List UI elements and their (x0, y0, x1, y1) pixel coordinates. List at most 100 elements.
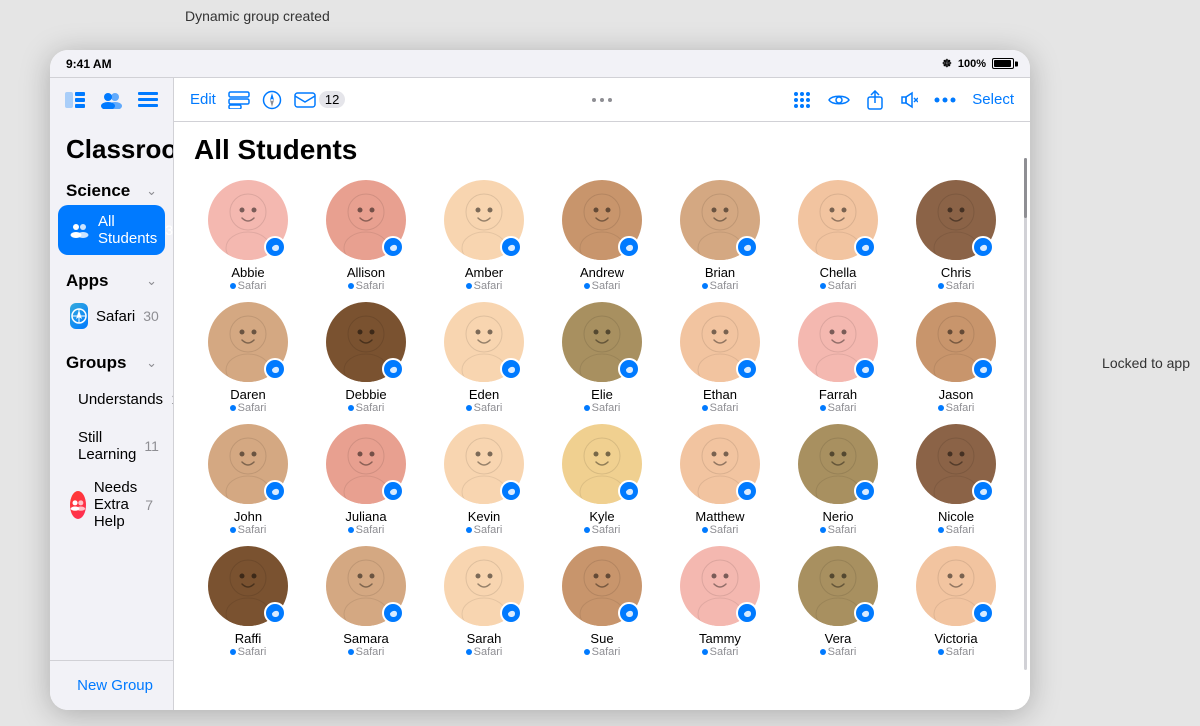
student-app: Safari (466, 524, 503, 536)
student-avatar-wrap (680, 424, 760, 504)
needs-help-label: Needs Extra Help (94, 479, 137, 530)
toolbar-left: Edit (190, 90, 345, 110)
more-icon[interactable] (934, 97, 956, 103)
app-badge (972, 236, 994, 258)
student-app: Safari (702, 646, 739, 658)
app-dot-icon (230, 405, 236, 411)
student-avatar-wrap (326, 302, 406, 382)
student-card[interactable]: Eden Safari (430, 302, 538, 414)
edit-button[interactable]: Edit (190, 91, 216, 108)
student-name: Victoria (934, 631, 977, 646)
students-row: Daren Safari (194, 302, 1010, 414)
sidebar-title: Classroom (50, 122, 173, 173)
students-row: John Safari (194, 424, 1010, 536)
groups-section-header[interactable]: Groups ⌄ (50, 345, 173, 377)
student-card[interactable]: Nerio Safari (784, 424, 892, 536)
student-card[interactable]: Ethan Safari (666, 302, 774, 414)
student-card[interactable]: Sarah Safari (430, 546, 538, 658)
student-avatar-wrap (444, 424, 524, 504)
sidebar-item-still-learning[interactable]: Still Learning 11 (58, 421, 165, 471)
app-badge (618, 236, 640, 258)
student-card[interactable]: Jason Safari (902, 302, 1010, 414)
new-group-button[interactable]: New Group (77, 677, 153, 694)
student-card[interactable]: Brian Safari (666, 180, 774, 292)
student-avatar-wrap (562, 302, 642, 382)
app-badge (382, 480, 404, 502)
app-dot-icon (584, 283, 590, 289)
student-avatar-wrap (916, 180, 996, 260)
student-card[interactable]: Vera Safari (784, 546, 892, 658)
student-card[interactable]: Chella Safari (784, 180, 892, 292)
compass-icon[interactable] (262, 90, 282, 110)
app-badge (618, 602, 640, 624)
student-card[interactable]: Matthew Safari (666, 424, 774, 536)
student-card[interactable]: Chris Safari (902, 180, 1010, 292)
toolbar-right: Select (792, 90, 1014, 110)
app-badge (736, 602, 758, 624)
student-card[interactable]: Daren Safari (194, 302, 302, 414)
student-card[interactable]: Victoria Safari (902, 546, 1010, 658)
student-avatar-wrap (916, 546, 996, 626)
sidebar-item-all-students[interactable]: All Students 30 (58, 205, 165, 255)
app-badge (972, 358, 994, 380)
content-panel: Edit (174, 78, 1030, 710)
sidebar-item-understands[interactable]: Understands 12 (58, 377, 165, 421)
student-avatar-wrap (208, 302, 288, 382)
sidebar-toggle-icon[interactable] (62, 86, 88, 114)
share-icon[interactable] (866, 90, 884, 110)
app-dot-icon (820, 649, 826, 655)
student-card[interactable]: Raffi Safari (194, 546, 302, 658)
student-avatar-wrap (208, 424, 288, 504)
safari-icon (70, 303, 88, 329)
student-card[interactable]: Debbie Safari (312, 302, 420, 414)
app-dot-icon (584, 527, 590, 533)
student-card[interactable]: Samara Safari (312, 546, 420, 658)
sidebar-item-needs-help[interactable]: Needs Extra Help 7 (58, 471, 165, 538)
student-card[interactable]: Juliana Safari (312, 424, 420, 536)
eye-icon[interactable] (828, 93, 850, 107)
groups-chevron-icon: ⌄ (146, 355, 157, 371)
student-card[interactable]: Nicole Safari (902, 424, 1010, 536)
student-card[interactable]: John Safari (194, 424, 302, 536)
student-name: Brian (705, 265, 735, 280)
student-card[interactable]: Kevin Safari (430, 424, 538, 536)
grid-icon[interactable] (792, 90, 812, 110)
app-badge (736, 480, 758, 502)
student-card[interactable]: Elie Safari (548, 302, 656, 414)
science-section-header[interactable]: Science ⌄ (50, 173, 173, 205)
sidebar-item-safari[interactable]: Safari 30 (58, 295, 165, 337)
all-students-icon (70, 217, 90, 243)
list-icon[interactable] (135, 86, 161, 114)
new-group-area: New Group (50, 660, 173, 710)
student-card[interactable]: Kyle Safari (548, 424, 656, 536)
layers-icon[interactable] (228, 91, 250, 109)
wifi-icon: ☸ (942, 57, 952, 70)
mail-badge[interactable]: 12 (294, 91, 345, 108)
student-name: Daren (230, 387, 265, 402)
student-name: John (234, 509, 262, 524)
student-card[interactable]: Allison Safari (312, 180, 420, 292)
app-badge (618, 358, 640, 380)
apps-section-header[interactable]: Apps ⌄ (50, 263, 173, 295)
student-card[interactable]: Farrah Safari (784, 302, 892, 414)
science-section-title: Science (66, 181, 130, 201)
student-card[interactable]: Tammy Safari (666, 546, 774, 658)
student-name: Farrah (819, 387, 857, 402)
all-students-label: All Students (98, 213, 157, 247)
student-name: Debbie (345, 387, 386, 402)
mute-icon[interactable] (900, 90, 918, 110)
student-card[interactable]: Sue Safari (548, 546, 656, 658)
student-card[interactable]: Andrew Safari (548, 180, 656, 292)
student-name: Allison (347, 265, 385, 280)
sidebar-toolbar (50, 78, 173, 122)
students-row: Abbie Safari (194, 180, 1010, 292)
students-row: Raffi Safari (194, 546, 1010, 658)
student-app: Safari (820, 524, 857, 536)
select-button[interactable]: Select (972, 91, 1014, 108)
student-card[interactable]: Amber Safari (430, 180, 538, 292)
content-title: All Students (174, 122, 1030, 170)
student-avatar-wrap (326, 546, 406, 626)
student-card[interactable]: Abbie Safari (194, 180, 302, 292)
people-icon[interactable] (98, 86, 124, 114)
student-name: Matthew (695, 509, 744, 524)
